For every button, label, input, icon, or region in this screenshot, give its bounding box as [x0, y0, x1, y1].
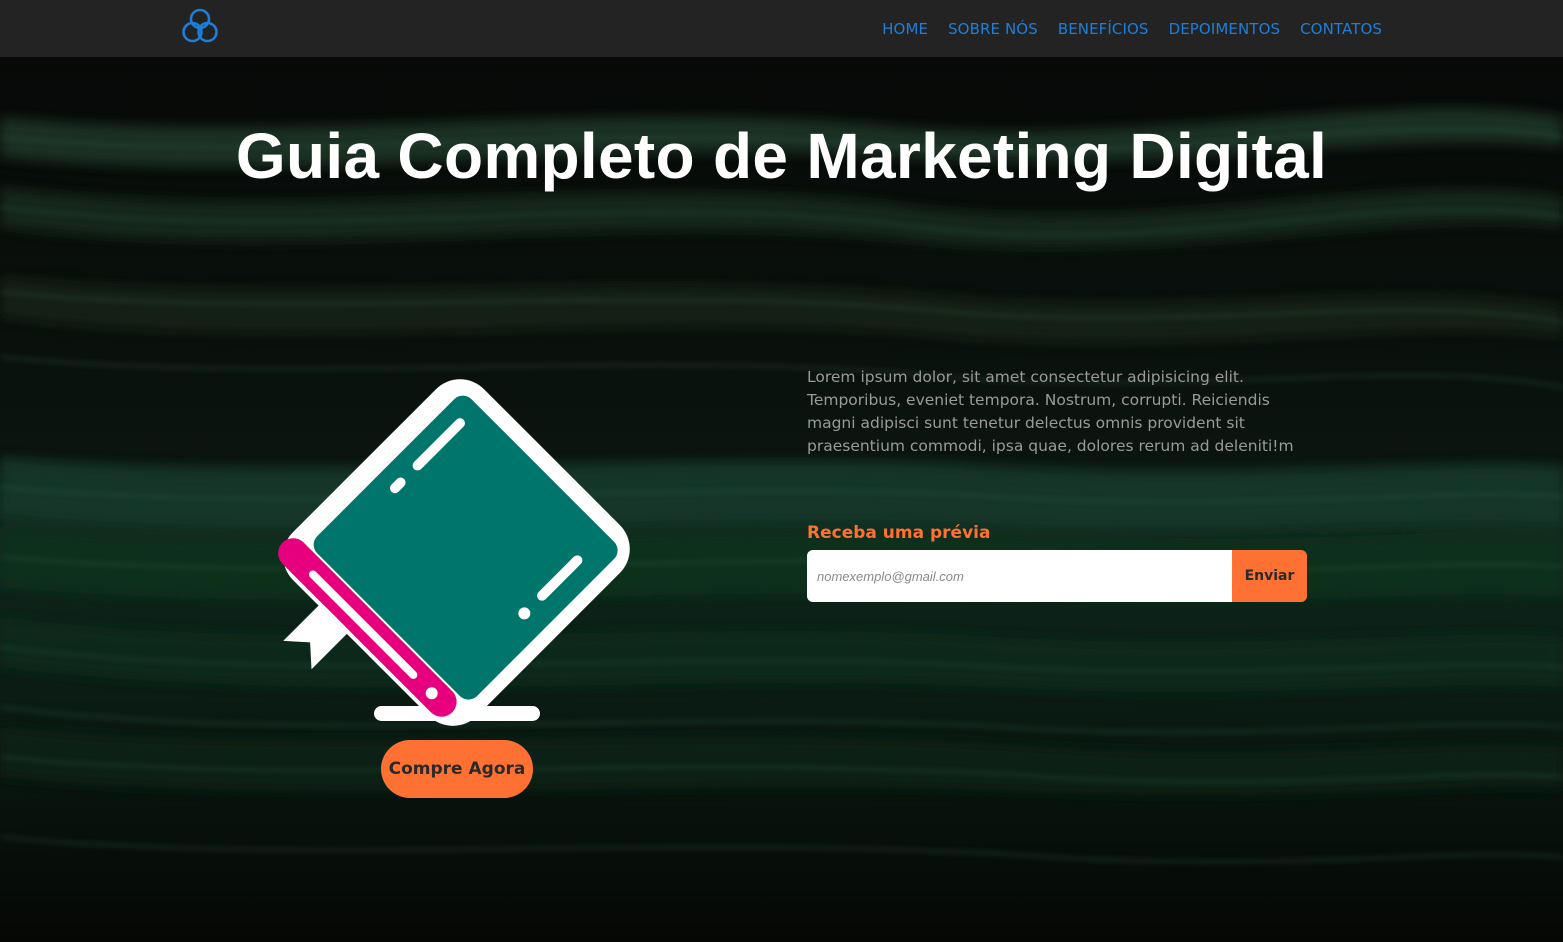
nav-about-link[interactable]: SOBRE NÓS — [948, 20, 1038, 38]
page-title: Guia Completo de Marketing Digital — [235, 120, 1328, 192]
nav-benefits-link[interactable]: BENEFÍCIOS — [1058, 20, 1149, 38]
hero-description: Lorem ipsum dolor, sit amet consectetur … — [807, 368, 1294, 455]
email-input[interactable] — [807, 550, 1232, 602]
hero-section: Guia Completo de Marketing Digital Compr… — [0, 57, 1563, 942]
preview-form: Enviar — [807, 550, 1307, 602]
navbar: HOME SOBRE NÓS BENEFÍCIOS DEPOIMENTOS CO… — [0, 0, 1563, 57]
nav-contacts-link[interactable]: CONTATOS — [1300, 20, 1382, 38]
buy-now-button[interactable]: Compre Agora — [381, 740, 533, 798]
book-icon — [278, 379, 630, 726]
three-circles-logo-icon[interactable] — [180, 6, 220, 46]
nav-home-link[interactable]: HOME — [882, 20, 928, 38]
nav-menu: HOME SOBRE NÓS BENEFÍCIOS DEPOIMENTOS CO… — [882, 0, 1382, 57]
nav-testimonials-link[interactable]: DEPOIMENTOS — [1169, 20, 1281, 38]
preview-label: Receba uma prévia — [807, 523, 991, 543]
send-button[interactable]: Enviar — [1232, 550, 1307, 602]
